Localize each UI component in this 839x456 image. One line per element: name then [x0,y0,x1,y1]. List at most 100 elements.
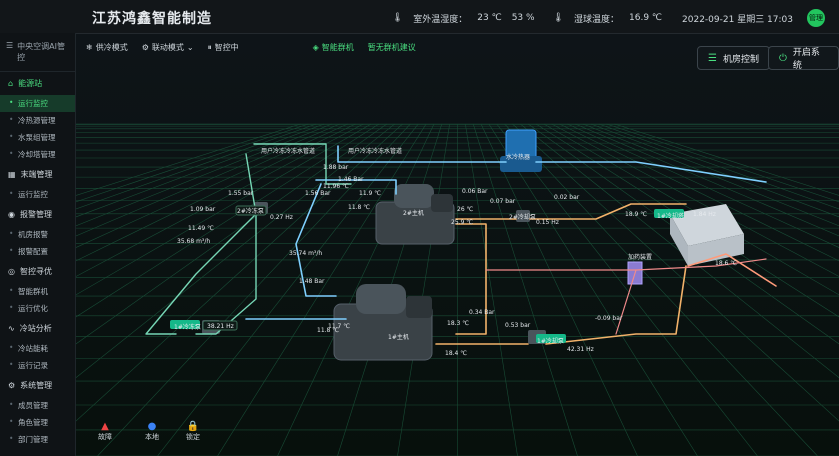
reading-35-68-flow: 35.68 m³/h [177,238,211,245]
sidebar-item-departments[interactable]: 部门管理 [0,431,75,448]
sidebar-item-smart-group[interactable]: 智能群机 [0,283,75,300]
reading-1-48-bar: 1.48 Bar [299,278,325,285]
sidebar-item-members[interactable]: 成员管理 [0,397,75,414]
reading-1-55-bar: 1.55 bar [228,190,254,197]
station-icon: ⌂ [8,79,14,88]
compass-icon: ◎ [8,267,15,276]
reading-42-31-hz: 42.31 Hz [567,346,594,353]
user-return-pipe-label: 用户冷冻冷冻水管道 [348,148,403,155]
reading-0-02-bar: 0.02 bar [554,194,580,201]
chiller-2-label: 2#主机 [403,210,424,217]
reading-1-56-bar: 1.56 Bar [305,190,331,197]
plant-diagram [76,34,839,456]
sidebar: ☰ 中央空调AI管控 ⌂ 能源站 运行监控 冷热源管理 水泵组管理 冷却塔管理 … [0,33,76,456]
group-suggestion: 暂无群机建议 [367,43,416,52]
outdoor-temp: 16.9 ℃ [629,13,663,23]
lock-icon: 🔒 [186,421,200,432]
sidebar-item-run-record[interactable]: 运行记录 [0,357,75,374]
reading-11-96-c: 11.96 ℃ [323,183,349,190]
main-content: ❄ 供冷模式 ⚙ 联动模式 ⌄ ⏸ 智控中 ◈ 智能群机 暂无群机建议 ☰ 机房控制 ⏻ … [76,34,839,456]
reading-1-84-hz: 1.84 Hz [693,211,716,218]
reading-0-53-bar: 0.53 bar [505,322,531,329]
smart-group-status: ◈ 智能群机 [312,43,354,52]
reading-11-9-c: 11.9 ℃ [359,190,382,197]
mode-linkage-dropdown[interactable]: ⚙ 联动模式 ⌄ [142,42,194,53]
bell-icon: ◉ [8,210,15,219]
indoor-label: 室外温湿度： [413,14,468,25]
sidebar-group-energy-station[interactable]: ⌂ 能源站 [0,72,75,95]
cooling-pump-1-label: 1#冷却泵 [537,338,564,345]
reading-18-4-c: 18.4 ℃ [445,350,468,357]
sidebar-item-terminal-monitor[interactable]: 运行监控 [0,186,75,203]
sidebar-title: ☰ 中央空调AI管控 [0,33,75,72]
reading-11-8-c-bottom: 11.8 ℃ [317,327,340,334]
sidebar-group-terminal[interactable]: ▦ 末端管理 [0,163,75,186]
reading-35-74-flow: 35.74 m³/h [289,250,323,257]
reading-11-8-c-top: 11.8 ℃ [348,204,371,211]
alert-icon: ▲ [101,421,109,432]
sidebar-item-run-monitor[interactable]: 运行监控 [0,95,75,112]
reading-1-46-bar: 1.46 Bar [338,176,364,183]
cooling-pump-2-label: 2#冷却泵 [509,214,536,221]
reading-1-09-bar: 1.09 bar [190,206,216,213]
status-legend: ▲ 故障 ● 本地 🔒 锁定 [76,422,839,450]
power-icon: ⏻ [779,52,787,64]
mode-smart-control[interactable]: ⏸ 智控中 [208,42,239,53]
chevron-down-icon: ⌄ [186,43,194,52]
grid-icon: ▦ [8,170,16,179]
indoor-temp: 23 ℃ [477,13,502,23]
reading-18-6-c: 18.6 ℃ [715,260,738,267]
water-separator-unit[interactable] [500,129,542,172]
menu-icon[interactable]: ☰ [6,41,13,63]
thermometer-icon: 🌡 [552,13,564,23]
reading-18-9-c: 18.9 ℃ [625,211,648,218]
sidebar-item-room-alarm[interactable]: 机房报警 [0,226,75,243]
reading-0-34-bar: 0.34 Bar [469,309,495,316]
cooling-tower-label: 1#冷却塔 [657,213,684,220]
reading-38-21-hz: 38.21 Hz [207,323,234,330]
reading-18-3-c: 18.3 ℃ [447,320,470,327]
sidebar-group-system[interactable]: ⚙ 系统管理 [0,374,75,397]
start-system-button[interactable]: ⏻ 开启系统 [768,46,839,71]
robot-icon: ◈ [312,43,319,52]
room-control-button[interactable]: ☰ 机房控制 [697,46,770,70]
mode-cooling[interactable]: ❄ 供冷模式 [86,42,128,53]
reading-0-07-bar: 0.07 bar [490,198,516,205]
sidebar-group-alarm[interactable]: ◉ 报警管理 [0,203,75,226]
outdoor-label: 湿球温度： [574,14,620,25]
chart-icon: ∿ [8,324,15,333]
user-avatar-button[interactable]: 管理 [807,9,825,27]
location-pin-icon: ● [147,421,157,432]
reading-0-06-bar: 0.06 Bar [462,188,488,195]
dosing-label: 加药装置 [628,254,653,261]
gear-icon: ⚙ [8,381,16,390]
gear-icon: ⚙ [141,43,149,52]
pump-2-label: 2#冷冻泵 [237,208,264,215]
legend-local: ● 本地 [145,421,159,442]
legend-lock: 🔒 锁定 [186,421,200,442]
mode-toolbar: ❄ 供冷模式 ⚙ 联动模式 ⌄ ⏸ 智控中 ◈ 智能群机 暂无群机建议 [86,42,416,53]
sidebar-item-tower-mgmt[interactable]: 冷却塔管理 [0,146,75,163]
water-separator-label: 水冷热器 [506,154,531,161]
datetime: 2022-09-21 星期三 17:03 [682,14,793,25]
indoor-humidity: 53 % [511,13,535,23]
sidebar-group-analysis[interactable]: ∿ 冷站分析 [0,317,75,340]
sidebar-item-run-optimize[interactable]: 运行优化 [0,300,75,317]
sidebar-item-energy[interactable]: 冷站能耗 [0,340,75,357]
sliders-icon: ☰ [708,52,717,64]
sidebar-item-roles[interactable]: 角色管理 [0,414,75,431]
sidebar-item-alarm-config[interactable]: 报警配置 [0,243,75,260]
user-supply-pipe-label: 用户冷冻冷冻水管道 [261,148,316,155]
sidebar-group-smart[interactable]: ◎ 智控寻优 [0,260,75,283]
sidebar-item-pump-mgmt[interactable]: 水泵组管理 [0,129,75,146]
reading-1-88-bar: 1.88 bar [323,164,349,171]
reading-0-15-hz: 0.15 Hz [536,219,559,226]
reading-11-49-c: 11.49 ℃ [188,225,214,232]
sidebar-item-chiller-mgmt[interactable]: 冷热源管理 [0,112,75,129]
thermometer-icon: 🌡 [391,13,404,23]
brand-title: 江苏鸿鑫智能制造 [92,11,212,27]
pause-icon: ⏸ [207,42,212,52]
top-bar: 江苏鸿鑫智能制造 🌡 室外温湿度： 23 ℃ 53 % 🌡 湿球温度： 16.9… [0,0,839,34]
snowflake-icon: ❄ [86,43,93,52]
reading-26-c: 26 ℃ [457,206,474,213]
